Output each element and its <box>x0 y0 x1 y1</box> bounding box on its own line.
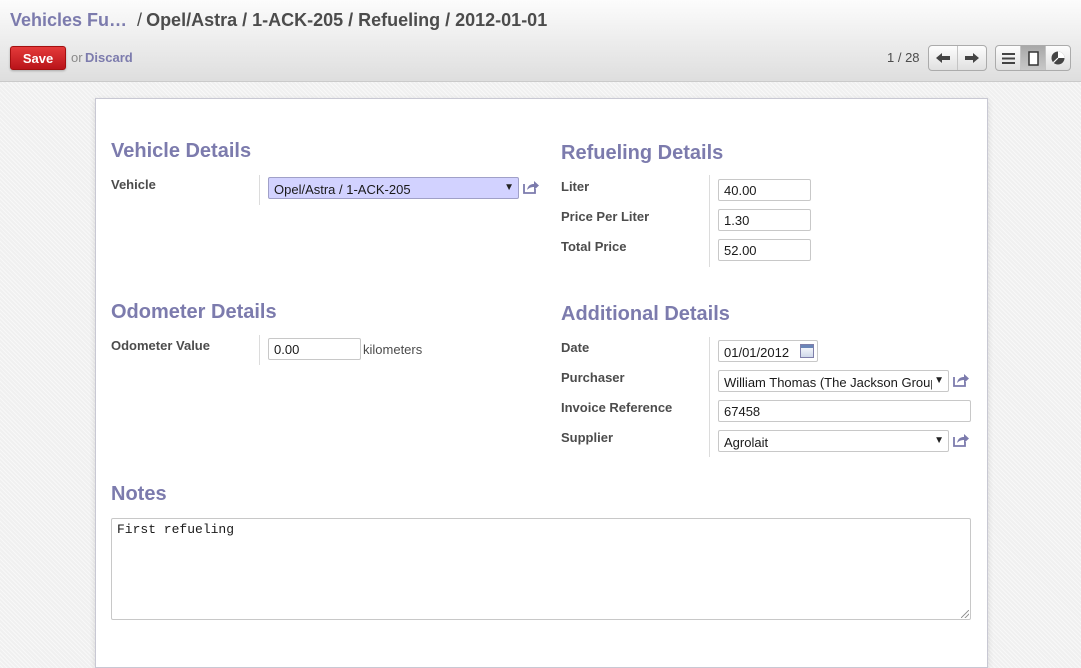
date-field[interactable]: 01/01/2012 <box>718 340 818 362</box>
calendar-icon[interactable] <box>800 344 814 358</box>
supplier-select[interactable]: Agrolait ▼ <box>718 430 949 452</box>
liter-label: Liter <box>561 179 590 194</box>
form-view-button[interactable] <box>1021 46 1046 70</box>
list-view-button[interactable] <box>996 46 1021 70</box>
vehicle-select-value: Opel/Astra / 1-ACK-205 <box>274 182 411 197</box>
breadcrumb-parent-link[interactable]: Vehicles Fu… <box>10 10 127 30</box>
form-view-icon <box>1027 50 1039 66</box>
liter-input[interactable] <box>718 179 811 201</box>
list-view-icon <box>1001 52 1015 64</box>
chevron-down-icon: ▼ <box>504 182 514 193</box>
additional-details-title: Additional Details <box>561 303 730 325</box>
total-price-input[interactable] <box>718 239 811 261</box>
form-sheet: Vehicle Details Vehicle Opel/Astra / 1-A… <box>95 98 988 668</box>
odometer-unit: kilometers <box>363 342 423 357</box>
pie-chart-icon <box>1051 51 1065 65</box>
additional-divider <box>709 337 710 457</box>
total-price-label: Total Price <box>561 239 627 254</box>
pager-buttons <box>928 45 987 71</box>
price-per-liter-label: Price Per Liter <box>561 209 650 224</box>
graph-view-button[interactable] <box>1046 46 1070 70</box>
notes-title: Notes <box>111 483 167 505</box>
chevron-down-icon: ▼ <box>934 435 944 446</box>
vehicle-select[interactable]: Opel/Astra / 1-ACK-205 ▼ <box>268 177 519 199</box>
odometer-divider <box>259 335 260 365</box>
purchaser-select-value: William Thomas (The Jackson Group) <box>724 375 932 390</box>
invoice-reference-label: Invoice Reference <box>561 400 673 415</box>
breadcrumb: Vehicles Fu… / Opel/Astra / 1-ACK-205 / Re… <box>10 10 547 31</box>
refueling-divider <box>709 175 710 267</box>
supplier-select-value: Agrolait <box>724 435 769 450</box>
vehicle-divider <box>259 175 260 205</box>
purchaser-external-link-icon[interactable] <box>952 372 970 388</box>
form-header: Vehicles Fu… / Opel/Astra / 1-ACK-205 / Re… <box>0 0 1081 82</box>
vehicle-label: Vehicle <box>111 177 156 192</box>
discard-link[interactable]: Discard <box>85 50 133 65</box>
purchaser-select[interactable]: William Thomas (The Jackson Group) ▼ <box>718 370 949 392</box>
arrow-right-icon <box>964 53 979 63</box>
price-per-liter-input[interactable] <box>718 209 811 231</box>
date-label: Date <box>561 340 590 355</box>
odometer-value-input[interactable] <box>268 338 361 360</box>
chevron-down-icon: ▼ <box>934 375 944 386</box>
breadcrumb-separator: / <box>137 10 143 30</box>
vehicle-details-title: Vehicle Details <box>111 140 252 162</box>
refueling-details-title: Refueling Details <box>561 142 724 164</box>
purchaser-label: Purchaser <box>561 370 625 385</box>
resize-handle-icon[interactable] <box>961 610 969 618</box>
odometer-details-title: Odometer Details <box>111 301 277 323</box>
invoice-reference-input[interactable] <box>718 400 971 422</box>
notes-textarea[interactable]: First refueling <box>111 518 971 620</box>
pager-previous-button[interactable] <box>929 46 958 70</box>
vehicle-external-link-icon[interactable] <box>522 179 540 195</box>
pager-next-button[interactable] <box>958 46 986 70</box>
save-button[interactable]: Save <box>10 46 66 70</box>
or-text: or <box>71 50 83 65</box>
odometer-value-label: Odometer Value <box>111 338 210 353</box>
supplier-external-link-icon[interactable] <box>952 432 970 448</box>
pager-value: 1 / 28 <box>887 50 920 65</box>
breadcrumb-current: Opel/Astra / 1-ACK-205 / Refueling / 201… <box>146 10 548 30</box>
date-field-value: 01/01/2012 <box>724 345 790 360</box>
arrow-left-icon <box>935 53 950 63</box>
view-switcher <box>995 45 1071 71</box>
supplier-label: Supplier <box>561 430 614 445</box>
